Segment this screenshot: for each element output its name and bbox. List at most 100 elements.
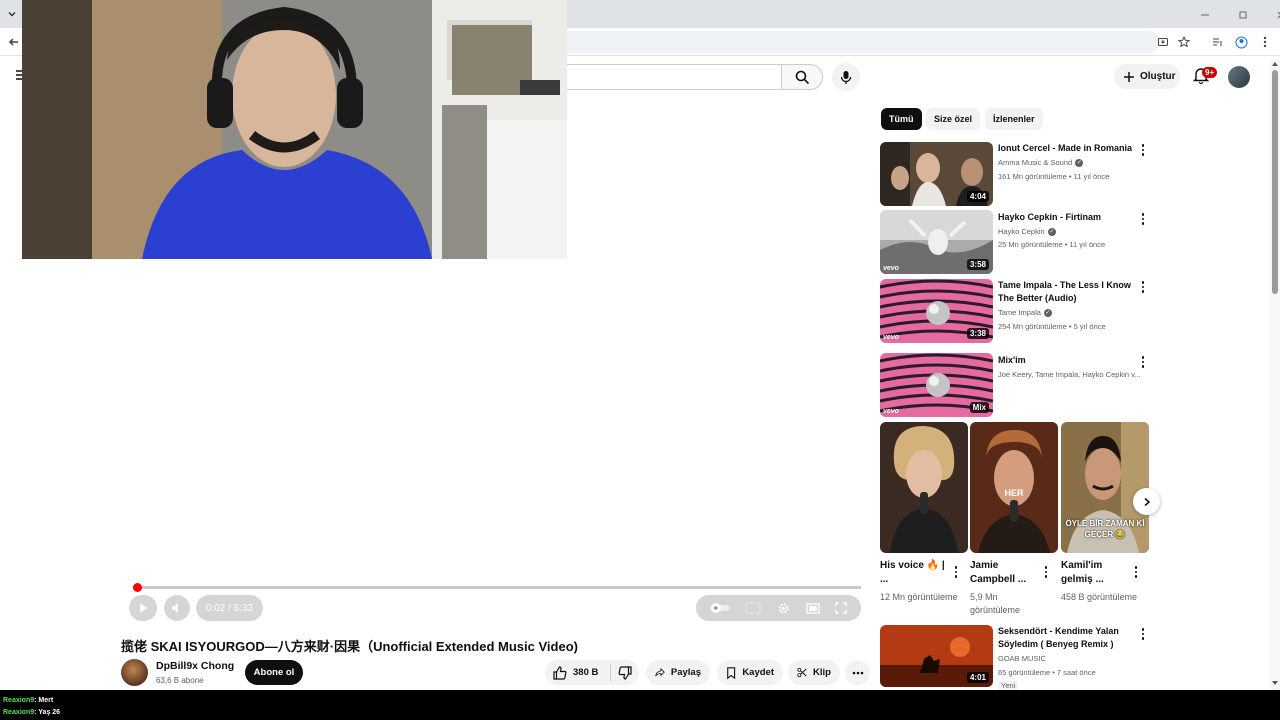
play-button[interactable] [129,595,157,621]
new-badge: Yeni [998,681,1019,690]
chat-username: Reaxion9 [3,697,35,704]
mix-thumbnail[interactable]: vevo Mix [880,353,993,417]
settings-gear-icon[interactable] [777,602,790,615]
restore-icon[interactable] [1234,6,1252,24]
volume-button[interactable] [164,595,190,621]
microphone-icon [840,70,852,84]
video-title-link[interactable]: Mix'im [998,354,1133,367]
back-arrow-icon[interactable] [5,33,23,51]
dislike-button[interactable] [611,665,639,680]
chat-message: : Mert [34,697,54,704]
short-views: 458 B görüntüleme [1061,592,1138,602]
verified-check-icon: ✓ [1075,158,1084,167]
progress-scrubber[interactable] [133,583,142,592]
like-button[interactable]: 380 B [553,665,610,680]
search-input[interactable] [560,64,782,90]
video-channel[interactable]: Tame Impala ✓ [998,308,1052,317]
video-duration: 4:01 [966,672,989,683]
browser-menu-icon[interactable] [1256,33,1274,51]
bookmark-star-icon[interactable] [1175,33,1193,51]
search-button[interactable] [781,64,823,90]
player-right-controls [696,595,861,621]
short-thumbnail[interactable]: HER [970,422,1058,553]
chat-message: : Yaş 26 [34,709,61,716]
mix-badge: Mix [969,402,989,413]
more-options-icon[interactable] [1138,355,1148,369]
short-overlay-text: HER [1004,488,1024,498]
vevo-logo: vevo [883,408,899,415]
video-title-link[interactable]: Tame Impala - The Less I Know The Better… [998,279,1133,305]
more-horizontal-icon [852,671,863,674]
short-overlay-text: ÖYLE BİR ZAMAN Kİ GEÇER 😂 [1065,519,1145,539]
video-title-link[interactable]: Seksendört - Kendime Yalan Söyledim ( Be… [998,625,1133,651]
scroll-up-arrow-icon[interactable] [1271,61,1279,67]
more-options-icon[interactable] [1041,565,1051,579]
time-display: 0:02 / 6:33 [196,595,263,621]
subscriber-count: 63,6 B abone [156,676,204,685]
more-options-icon[interactable] [1138,280,1148,294]
address-bar[interactable] [560,31,1190,53]
short-title[interactable]: Kamil'im gelmiş ... [1061,559,1133,587]
more-options-icon[interactable] [1138,627,1148,641]
theater-mode-icon[interactable] [805,602,820,614]
video-thumbnail[interactable]: 4:04 [880,142,993,206]
tab-list-icon[interactable] [3,5,21,23]
plus-icon [1124,71,1134,82]
create-button[interactable]: Oluştur [1114,64,1180,89]
account-avatar[interactable] [1228,66,1250,88]
search-icon [795,70,809,84]
video-thumbnail[interactable]: vevo 3:38 [880,279,993,343]
more-options-icon[interactable] [1138,212,1148,226]
media-controls-icon[interactable] [1208,33,1226,51]
minimize-icon[interactable] [1196,6,1214,24]
verified-check-icon: ✓ [1047,227,1056,236]
channel-name: Tame Impala [998,308,1041,317]
chip-watched[interactable]: İzlenenler [985,108,1043,130]
page-scrollbar-thumb[interactable] [1272,70,1278,294]
video-thumbnail[interactable]: 4:01 [880,625,993,687]
clip-label: Klip [813,667,831,678]
fullscreen-icon[interactable] [835,602,847,614]
install-app-icon[interactable] [1154,33,1172,51]
short-title[interactable]: Jamie Campbell ... [970,559,1042,587]
chip-all[interactable]: Tümü [881,108,922,130]
video-meta: 65 görüntüleme • 7 saat önce [998,668,1096,677]
video-title-link[interactable]: Ionut Cercel - Made in Romania [998,142,1133,155]
more-options-icon[interactable] [951,565,961,579]
profile-icon[interactable] [1232,33,1250,51]
clip-button[interactable]: Klip [788,660,840,685]
more-actions-button[interactable] [845,660,870,685]
chat-line: Reaxion9: Mert [3,697,53,704]
short-thumbnail[interactable]: ÖYLE BİR ZAMAN Kİ GEÇER 😂 [1061,422,1149,553]
video-title: 揽佬 SKAI ISYOURGOD—八方来财·因果（Unofficial Ext… [121,639,578,654]
short-title[interactable]: His voice 🔥 | ... [880,559,952,587]
vevo-logo: vevo [883,265,899,272]
autoplay-toggle[interactable] [709,603,730,613]
thumbs-up-icon [553,665,567,680]
chip-for-you[interactable]: Size özel [926,108,981,130]
progress-bar[interactable] [133,586,861,589]
close-window-icon[interactable] [1272,6,1280,24]
subscribe-button[interactable]: Abone ol [245,660,303,685]
more-options-icon[interactable] [1131,565,1141,579]
save-button[interactable]: Kaydet [717,660,783,685]
webcam-overlay [22,0,567,259]
subtitles-icon[interactable] [745,602,761,614]
more-options-icon[interactable] [1138,143,1148,157]
channel-name[interactable]: GOAB MUSIC [998,654,1046,663]
short-thumbnail[interactable] [880,422,968,553]
shorts-next-button[interactable] [1133,488,1160,515]
video-channel[interactable]: Amma Music & Sound ✓ [998,158,1084,167]
video-thumbnail[interactable]: vevo 3:58 [880,210,993,274]
video-title-link[interactable]: Hayko Cepkin - Firtinam [998,211,1133,224]
chat-username: Reaxion9 [3,709,35,716]
video-channel[interactable]: Hayko Cepkin ✓ [998,227,1056,236]
video-meta: 161 Mn görüntüleme • 11 yıl önce [998,172,1110,181]
volume-icon [172,603,178,613]
share-button[interactable]: Paylaş [646,660,710,685]
voice-search-button[interactable] [832,63,860,91]
channel-name[interactable]: DpBill9x Chong [156,660,234,672]
scroll-down-arrow-icon[interactable] [1271,680,1279,686]
channel-avatar[interactable] [121,659,148,686]
verified-check-icon: ✓ [1043,308,1052,317]
